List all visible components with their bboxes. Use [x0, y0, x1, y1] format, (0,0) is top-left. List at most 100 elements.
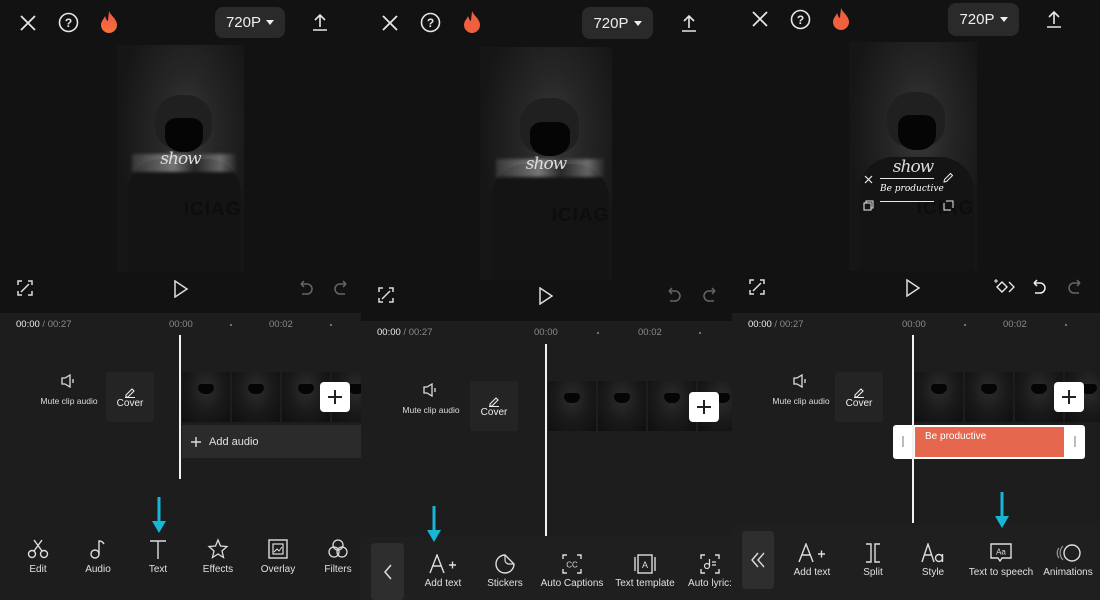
toolbar-text-template[interactable]: A Text template	[610, 554, 680, 589]
cover-button[interactable]: Cover	[835, 372, 883, 422]
redo-button[interactable]	[331, 278, 351, 298]
fullscreen-icon	[378, 287, 394, 303]
clip-thumbnail	[915, 372, 963, 422]
help-button[interactable]: ?	[56, 10, 80, 34]
close-button[interactable]	[748, 7, 772, 31]
text-track-clip[interactable]: Be productive	[893, 425, 1085, 459]
resolution-dropdown[interactable]: 720P	[215, 7, 285, 38]
cover-button[interactable]: Cover	[106, 372, 154, 422]
export-button[interactable]	[308, 10, 332, 34]
back-button[interactable]	[371, 543, 404, 600]
fullscreen-button[interactable]	[376, 285, 396, 305]
resolution-dropdown[interactable]: 720P	[948, 3, 1019, 36]
text-icon	[150, 540, 166, 559]
pro-button[interactable]	[97, 9, 121, 35]
toolbar-auto-captions[interactable]: CC Auto Captions	[537, 554, 607, 589]
toolbar-audio-label: Audio	[85, 564, 111, 575]
redo-button[interactable]	[1065, 277, 1085, 297]
toolbar-add-text[interactable]: Add text	[408, 554, 478, 589]
fullscreen-button[interactable]	[747, 277, 767, 297]
pro-button[interactable]	[829, 6, 853, 32]
svg-text:A: A	[642, 560, 648, 570]
plus-icon	[1062, 390, 1076, 404]
rotate-scale-text-handle[interactable]	[940, 197, 956, 213]
play-icon	[906, 279, 921, 297]
speaker-icon	[793, 374, 806, 388]
redo-icon	[703, 287, 716, 302]
help-button[interactable]: ?	[788, 7, 812, 31]
playhead[interactable]	[912, 335, 914, 523]
plus-icon	[328, 390, 342, 404]
undo-button[interactable]	[1029, 277, 1049, 297]
redo-button[interactable]	[700, 285, 720, 305]
double-chevron-left-icon	[751, 552, 765, 568]
caret-down-icon	[999, 17, 1008, 22]
close-button[interactable]	[16, 11, 40, 35]
export-button[interactable]	[677, 11, 701, 35]
playhead[interactable]	[179, 335, 181, 479]
mute-clip-audio-button[interactable]: Mute clip audio	[766, 374, 836, 406]
play-button[interactable]	[902, 277, 924, 299]
playhead[interactable]	[545, 344, 547, 536]
toolbar-text-label: Text	[148, 564, 168, 575]
export-button[interactable]	[1042, 7, 1066, 31]
video-preview[interactable]: show ICIAG	[117, 45, 244, 272]
preview-brand-text: ICIAG	[551, 205, 610, 227]
time-readout: 00:00 / 00:27	[16, 319, 71, 330]
toolbar-add-text[interactable]: Add text	[777, 543, 847, 578]
cover-button[interactable]: Cover	[470, 381, 518, 431]
mute-clip-audio-button[interactable]: Mute clip audio	[34, 374, 104, 406]
toolbar-filters[interactable]: Filters	[303, 538, 361, 575]
resolution-dropdown[interactable]: 720P	[582, 7, 653, 39]
trim-handle-left[interactable]	[902, 436, 904, 447]
selection-border-bottom	[880, 201, 934, 202]
toolbar-animations[interactable]: Animations	[1033, 543, 1100, 578]
mute-clip-audio-button[interactable]: Mute clip audio	[396, 383, 466, 415]
video-preview[interactable]: show ICIAG	[849, 42, 977, 271]
toolbar-add-text-label: Add text	[793, 567, 831, 578]
add-clip-button[interactable]	[689, 392, 719, 422]
add-audio-button[interactable]: Add audio	[182, 425, 361, 458]
play-button[interactable]	[170, 278, 192, 300]
add-text-icon	[429, 554, 456, 574]
undo-button[interactable]	[296, 278, 316, 298]
toolbar-stickers-label: Stickers	[487, 578, 523, 589]
toolbar-auto-lyrics[interactable]: Auto lyric:	[675, 554, 732, 589]
toolbar-auto-lyrics-label: Auto lyric:	[688, 578, 732, 589]
duplicate-text-button[interactable]	[860, 197, 876, 213]
pro-button[interactable]	[460, 9, 484, 35]
toolbar-text-to-speech[interactable]: Aa Text to speech	[966, 543, 1036, 578]
text-toolbar: Add text Stickers CC Auto Captions A Tex…	[361, 537, 732, 600]
video-preview[interactable]: show ICIAG	[480, 47, 612, 280]
music-note-icon	[90, 540, 105, 559]
add-clip-button[interactable]	[320, 382, 350, 412]
animations-icon	[1056, 544, 1081, 562]
trim-handle-right[interactable]	[1074, 436, 1076, 447]
keyframe-icon	[994, 279, 1015, 293]
editor-panel-3: ? 720P show ICIAG Be productive 00:00 / …	[732, 0, 1100, 600]
add-clip-button[interactable]	[1054, 382, 1084, 412]
clip-thumbnail	[965, 372, 1013, 422]
delete-text-button[interactable]	[860, 171, 876, 187]
ruler-tick-1: 00:02	[1003, 319, 1027, 330]
svg-text:?: ?	[796, 13, 803, 27]
edit-text-button[interactable]	[940, 169, 956, 185]
preview-figure-mask	[897, 115, 937, 150]
back-button[interactable]	[742, 531, 774, 589]
toolbar-effects-label: Effects	[202, 564, 234, 575]
help-button[interactable]: ?	[418, 10, 442, 34]
undo-button[interactable]	[664, 285, 684, 305]
toolbar-edit-label: Edit	[29, 564, 47, 575]
current-time: 00:00	[16, 319, 40, 330]
toolbar-style[interactable]: Style	[898, 543, 968, 578]
close-button[interactable]	[378, 11, 402, 35]
plus-icon	[191, 436, 201, 447]
total-time: / 00:27	[403, 327, 433, 338]
mute-clip-audio-label: Mute clip audio	[40, 396, 98, 406]
upload-icon	[1047, 10, 1061, 28]
keyframe-button[interactable]	[992, 276, 1016, 298]
ruler-tick-1: 00:02	[638, 327, 662, 338]
toolbar-stickers[interactable]: Stickers	[470, 554, 540, 589]
play-button[interactable]	[535, 285, 557, 307]
fullscreen-button[interactable]	[15, 278, 35, 298]
